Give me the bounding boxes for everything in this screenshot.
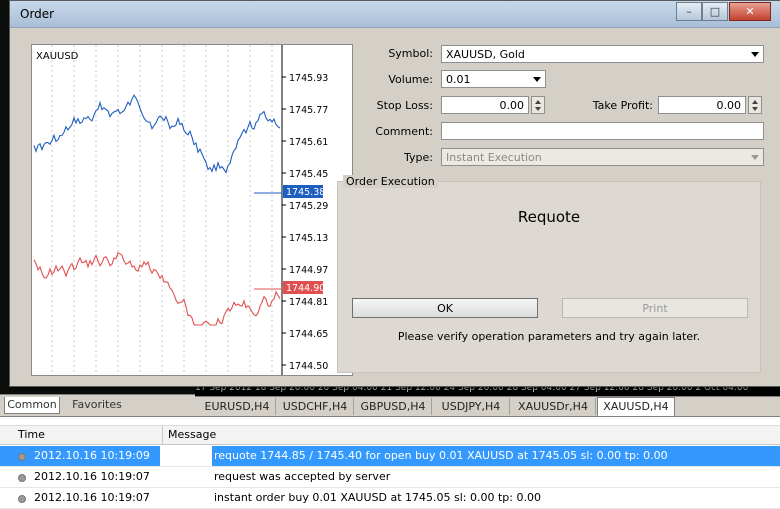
status-dot-icon — [18, 495, 26, 503]
price-tick-label: 1744.81 — [289, 297, 328, 308]
price-tick-label: 1744.97 — [289, 265, 328, 276]
dialog-body: XAUUSD 1745.93 1745.77 1745.61 1745.45 1745.2… — [17, 31, 772, 381]
type-label: Type: — [404, 151, 433, 164]
print-button[interactable]: Print — [562, 298, 748, 318]
journal-row[interactable]: 2012.10.16 10:19:07 request was accepted… — [0, 467, 780, 488]
hint-text: Please verify operation parameters and t… — [397, 330, 701, 343]
close-icon[interactable]: ✕ — [729, 2, 771, 21]
minimize-icon[interactable]: – — [676, 2, 702, 21]
volume-select[interactable]: 0.01 — [441, 70, 546, 88]
type-select[interactable]: Instant Execution — [441, 148, 764, 166]
ask-tag-label: 1745.38 — [286, 187, 325, 198]
journal-header: Time Message — [0, 425, 780, 445]
comment-input[interactable] — [441, 122, 764, 140]
chevron-down-icon — [751, 52, 759, 57]
status-text: Requote — [517, 208, 581, 226]
bid-tag-label: 1744.90 — [286, 283, 325, 294]
maximize-icon[interactable]: □ — [702, 2, 728, 21]
price-tick-label: 1744.50 — [289, 361, 328, 372]
take-profit-label: Take Profit: — [592, 99, 653, 112]
journal-row[interactable]: 2012.10.16 10:19:07 instant order buy 0.… — [0, 488, 780, 509]
price-tick-label: 1744.65 — [289, 329, 328, 340]
group-title: Order Execution — [343, 175, 438, 188]
journal-row[interactable]: 2012.10.16 10:19:09 requote 1744.85 / 17… — [0, 446, 780, 467]
price-tick-label: 1745.29 — [289, 201, 328, 212]
navigator-tabs: Common Favorites — [0, 394, 195, 417]
symbol-select[interactable]: XAUUSD, Gold — [441, 45, 764, 63]
stop-loss-input[interactable]: 0.00 — [441, 96, 529, 114]
col-message[interactable]: Message — [168, 428, 216, 441]
tab-xauusdr[interactable]: XAUUSDr,H4 — [511, 398, 596, 415]
tab-eurusd[interactable]: EURUSD,H4 — [199, 398, 276, 415]
take-profit-spinner[interactable] — [748, 96, 762, 114]
bid-series — [33, 252, 281, 326]
price-tick-label: 1745.13 — [289, 233, 328, 244]
tab-xauusd[interactable]: XAUUSD,H4 — [597, 397, 675, 417]
price-tick-label: 1745.93 — [289, 73, 328, 84]
tab-favorites[interactable]: Favorites — [66, 397, 128, 413]
chart-tabs: EURUSD,H4 USDCHF,H4 GBPUSD,H4 USDJPY,H4 … — [195, 396, 780, 417]
col-time[interactable]: Time — [18, 428, 45, 441]
status-dot-icon — [18, 453, 26, 461]
ok-button[interactable]: OK — [352, 298, 538, 318]
ask-series — [33, 94, 281, 174]
price-tick-label: 1745.45 — [289, 169, 328, 180]
tab-usdchf[interactable]: USDCHF,H4 — [277, 398, 354, 415]
take-profit-input[interactable]: 0.00 — [658, 96, 746, 114]
tab-gbpusd[interactable]: GBPUSD,H4 — [355, 398, 432, 415]
volume-label: Volume: — [388, 73, 433, 86]
tick-chart: XAUUSD 1745.93 1745.77 1745.61 1745.45 1745.2… — [31, 44, 353, 376]
symbol-label: Symbol: — [388, 47, 433, 60]
status-dot-icon — [18, 474, 26, 482]
order-execution-group: Requote OK Print Please verify operation… — [337, 181, 761, 373]
tick-chart-svg: XAUUSD 1745.93 1745.77 1745.61 1745.45 1745.2… — [33, 45, 328, 375]
tab-usdjpy[interactable]: USDJPY,H4 — [433, 398, 510, 415]
dialog-title: Order — [20, 7, 55, 21]
order-dialog: Order – □ ✕ XAUUSD 1745.93 1745.77 1745.61 1… — [9, 0, 780, 387]
journal-panel: Time Message 2012.10.16 10:19:09 requote… — [0, 416, 780, 509]
comment-label: Comment: — [375, 125, 433, 138]
stop-loss-label: Stop Loss: — [376, 99, 433, 112]
dialog-titlebar[interactable]: Order – □ ✕ — [10, 1, 780, 28]
tab-common[interactable]: Common — [4, 397, 60, 414]
chart-symbol: XAUUSD — [36, 51, 79, 62]
price-tick-label: 1745.61 — [289, 137, 328, 148]
stop-loss-spinner[interactable] — [531, 96, 545, 114]
chevron-down-icon — [751, 155, 759, 160]
chevron-down-icon — [533, 77, 541, 82]
price-tick-label: 1745.77 — [289, 105, 328, 116]
